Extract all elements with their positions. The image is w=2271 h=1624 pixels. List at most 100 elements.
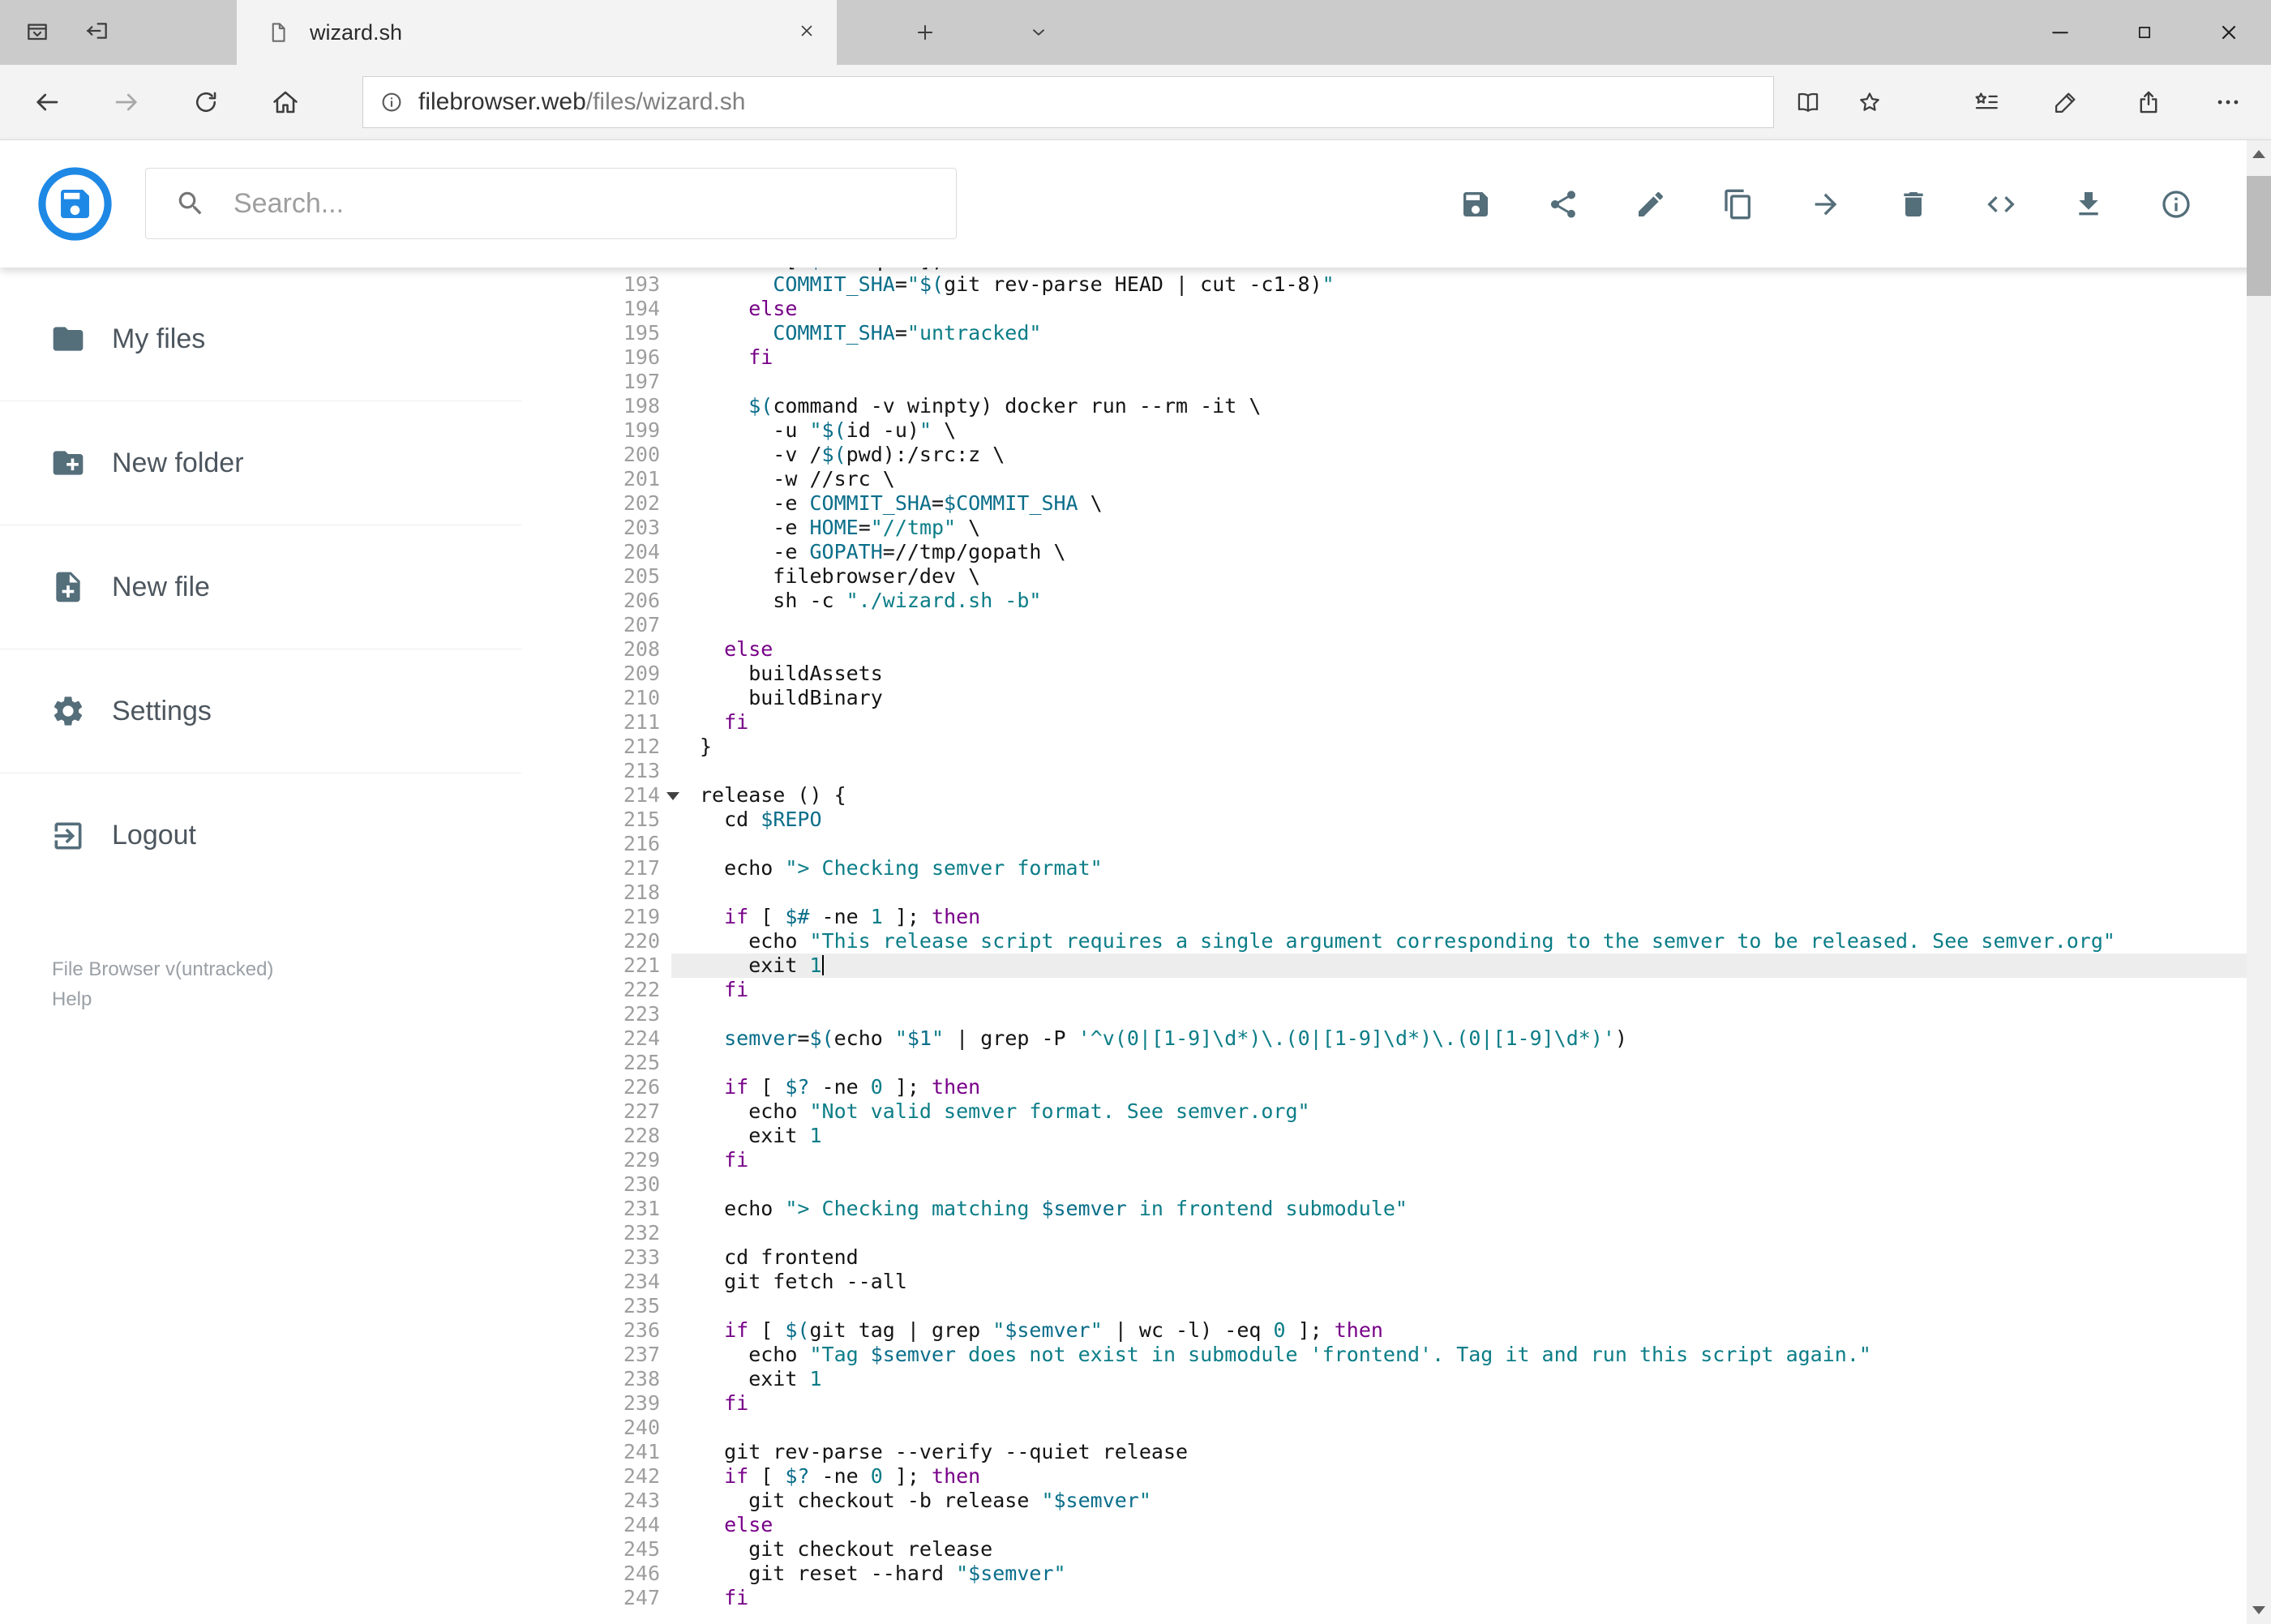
code-line-196[interactable]: 196 fi — [521, 345, 2271, 370]
download-button[interactable] — [2065, 181, 2112, 228]
code-line-243[interactable]: 243 git checkout -b release "$semver" — [521, 1489, 2271, 1513]
code-line-230[interactable]: 230 — [521, 1172, 2271, 1197]
code-line-208[interactable]: 208 else — [521, 637, 2271, 662]
editor-toggle-button[interactable] — [1977, 181, 2025, 228]
search-box[interactable] — [145, 168, 957, 239]
help-link[interactable]: Help — [52, 984, 521, 1014]
code-line-216[interactable]: 216 — [521, 832, 2271, 856]
code-line-198[interactable]: 198 $(command -v winpty) docker run --rm… — [521, 394, 2271, 418]
browser-menu-button[interactable] — [2205, 65, 2251, 139]
sidebar-item-my-files[interactable]: My files — [0, 277, 521, 401]
fold-arrow-icon[interactable] — [666, 792, 679, 800]
code-line-200[interactable]: 200 -v /$(pwd):/src:z \ — [521, 443, 2271, 467]
code-line-220[interactable]: 220 echo "This release script requires a… — [521, 929, 2271, 953]
delete-button[interactable] — [1890, 181, 1937, 228]
sidebar-item-new-file[interactable]: New file — [0, 525, 521, 649]
code-line-206[interactable]: 206 sh -c "./wizard.sh -b" — [521, 589, 2271, 613]
sidebar-item-new-folder[interactable]: New folder — [0, 401, 521, 525]
code-line-244[interactable]: 244 else — [521, 1513, 2271, 1537]
code-line-193[interactable]: 193 COMMIT_SHA="$(git rev-parse HEAD | c… — [521, 272, 2271, 297]
back-button[interactable] — [24, 65, 70, 139]
page-scrollbar[interactable] — [2247, 140, 2271, 1624]
code-line-246[interactable]: 246 git reset --hard "$semver" — [521, 1562, 2271, 1586]
info-button[interactable] — [2153, 181, 2200, 228]
code-line-239[interactable]: 239 fi — [521, 1391, 2271, 1416]
code-line-194[interactable]: 194 else — [521, 297, 2271, 321]
save-button[interactable] — [1452, 181, 1499, 228]
favorite-star-button[interactable] — [1847, 65, 1892, 139]
tab-preview-button[interactable] — [24, 18, 50, 48]
tab-list-button[interactable] — [1020, 0, 1057, 65]
set-tabs-aside-button[interactable] — [84, 18, 110, 48]
share-page-button[interactable] — [2126, 65, 2171, 139]
code-line-226[interactable]: 226 if [ $? -ne 0 ]; then — [521, 1075, 2271, 1099]
code-line-245[interactable]: 245 git checkout release — [521, 1537, 2271, 1562]
code-line-205[interactable]: 205 filebrowser/dev \ — [521, 564, 2271, 589]
search-input[interactable] — [234, 187, 956, 220]
scrollbar-thumb[interactable] — [2247, 176, 2271, 296]
close-window-button[interactable] — [2187, 0, 2271, 65]
code-line-240[interactable]: 240 — [521, 1416, 2271, 1440]
code-line-213[interactable]: 213 — [521, 759, 2271, 783]
code-line-231[interactable]: 231 echo "> Checking matching $semver in… — [521, 1197, 2271, 1221]
tab-close-button[interactable] — [798, 22, 816, 44]
filebrowser-logo[interactable] — [36, 165, 114, 242]
home-button[interactable] — [263, 65, 308, 139]
maximize-button[interactable] — [2102, 0, 2187, 65]
code-line-236[interactable]: 236 if [ $(git tag | grep "$semver" | wc… — [521, 1318, 2271, 1343]
code-line-223[interactable]: 223 — [521, 1002, 2271, 1026]
refresh-button[interactable] — [183, 65, 229, 139]
copy-button[interactable] — [1715, 181, 1762, 228]
code-line-225[interactable]: 225 — [521, 1051, 2271, 1075]
code-line-235[interactable]: 235 — [521, 1294, 2271, 1318]
new-tab-button[interactable] — [906, 0, 944, 65]
code-line-222[interactable]: 222 fi — [521, 978, 2271, 1002]
code-line-212[interactable]: 212} — [521, 735, 2271, 759]
sidebar-item-logout[interactable]: Logout — [0, 773, 521, 898]
code-line-217[interactable]: 217 echo "> Checking semver format" — [521, 856, 2271, 881]
address-bar[interactable]: filebrowser.web/files/wizard.sh — [362, 76, 1774, 128]
rename-button[interactable] — [1627, 181, 1674, 228]
browser-tab[interactable]: wizard.sh — [237, 0, 837, 65]
code-line-242[interactable]: 242 if [ $? -ne 0 ]; then — [521, 1464, 2271, 1489]
code-line-201[interactable]: 201 -w //src \ — [521, 467, 2271, 491]
share-button[interactable] — [1540, 181, 1587, 228]
code-line-209[interactable]: 209 buildAssets — [521, 662, 2271, 686]
code-line-211[interactable]: 211 fi — [521, 710, 2271, 735]
code-line-228[interactable]: 228 exit 1 — [521, 1124, 2271, 1148]
code-line-203[interactable]: 203 -e HOME="//tmp" \ — [521, 516, 2271, 540]
code-line-202[interactable]: 202 -e COMMIT_SHA=$COMMIT_SHA \ — [521, 491, 2271, 516]
code-line-247[interactable]: 247 fi — [521, 1586, 2271, 1610]
sidebar-item-settings[interactable]: Settings — [0, 649, 521, 773]
forward-button[interactable] — [104, 65, 149, 139]
code-line-227[interactable]: 227 echo "Not valid semver format. See s… — [521, 1099, 2271, 1124]
annotate-button[interactable] — [2043, 65, 2089, 139]
reading-view-button[interactable] — [1785, 65, 1831, 139]
code-line-218[interactable]: 218 — [521, 881, 2271, 905]
code-line-224[interactable]: 224 semver=$(echo "$1" | grep -P '^v(0|[… — [521, 1026, 2271, 1051]
code-line-214[interactable]: 214 release () { — [521, 783, 2271, 808]
code-editor[interactable]: 192 if [ $? -eq 0 ]; then193 COMMIT_SHA=… — [521, 268, 2271, 1624]
scroll-down-arrow-icon[interactable] — [2252, 1606, 2265, 1614]
code-line-195[interactable]: 195 COMMIT_SHA="untracked" — [521, 321, 2271, 345]
code-line-233[interactable]: 233 cd frontend — [521, 1245, 2271, 1270]
code-line-215[interactable]: 215 cd $REPO — [521, 808, 2271, 832]
code-line-221[interactable]: 221 exit 1 — [521, 953, 2271, 978]
hub-button[interactable] — [1964, 65, 2009, 139]
code-line-229[interactable]: 229 fi — [521, 1148, 2271, 1172]
code-line-204[interactable]: 204 -e GOPATH=//tmp/gopath \ — [521, 540, 2271, 564]
minimize-button[interactable] — [2018, 0, 2102, 65]
code-line-210[interactable]: 210 buildBinary — [521, 686, 2271, 710]
move-button[interactable] — [1802, 181, 1849, 228]
scroll-up-arrow-icon[interactable] — [2252, 150, 2265, 158]
code-line-241[interactable]: 241 git rev-parse --verify --quiet relea… — [521, 1440, 2271, 1464]
code-line-219[interactable]: 219 if [ $# -ne 1 ]; then — [521, 905, 2271, 929]
code-line-237[interactable]: 237 echo "Tag $semver does not exist in … — [521, 1343, 2271, 1367]
code-line-199[interactable]: 199 -u "$(id -u)" \ — [521, 418, 2271, 443]
code-line-207[interactable]: 207 — [521, 613, 2271, 637]
code-line-232[interactable]: 232 — [521, 1221, 2271, 1245]
code-line-197[interactable]: 197 — [521, 370, 2271, 394]
code-line-238[interactable]: 238 exit 1 — [521, 1367, 2271, 1391]
code-line-234[interactable]: 234 git fetch --all — [521, 1270, 2271, 1294]
site-info-icon[interactable] — [379, 90, 404, 114]
